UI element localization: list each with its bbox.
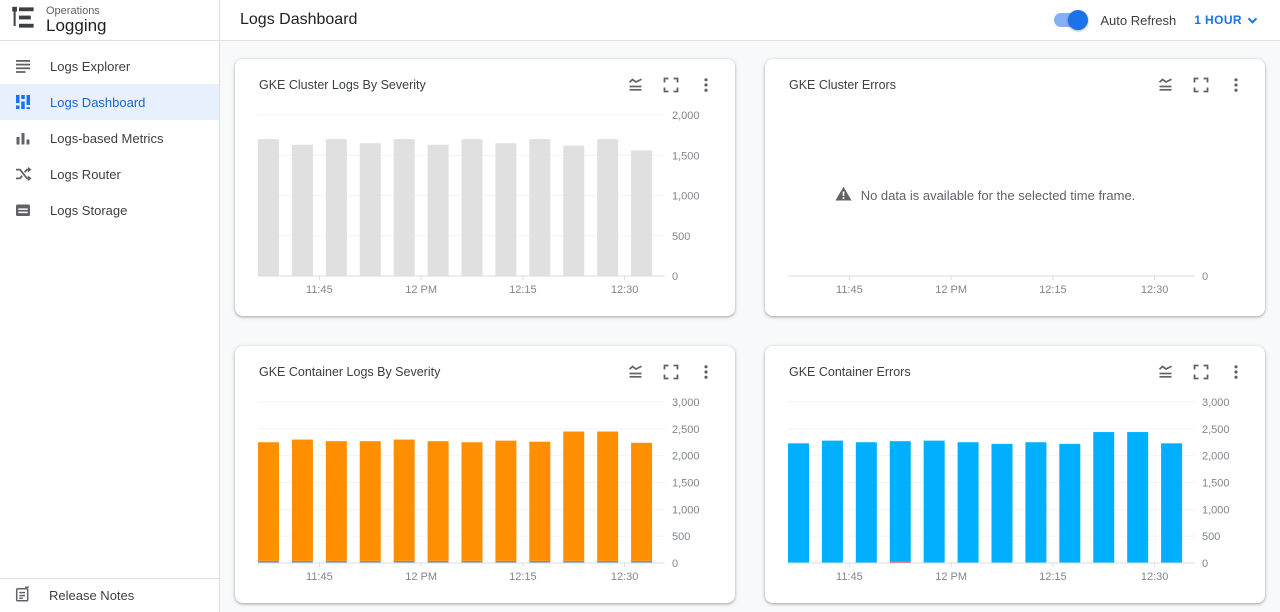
svg-text:1,500: 1,500 (1202, 478, 1230, 490)
svg-text:11:45: 11:45 (836, 571, 863, 583)
card-gke-container-errors: GKE Container Errors 0 500 1,000 1,500 2,000… (765, 346, 1265, 603)
chart-title: GKE Cluster Logs By Severity (259, 78, 426, 92)
more-vert-icon[interactable] (697, 76, 715, 94)
legend-toggle-icon[interactable] (1156, 76, 1175, 94)
main-area: Logs Dashboard Auto Refresh 1 HOUR (220, 0, 1280, 612)
product-name: Logging (46, 17, 107, 35)
svg-text:12:15: 12:15 (1039, 571, 1067, 583)
sidebar-item-label: Logs Router (50, 167, 121, 182)
legend-toggle-icon[interactable] (626, 76, 645, 94)
fullscreen-icon[interactable] (1192, 363, 1210, 381)
svg-text:12:15: 12:15 (1039, 284, 1067, 296)
svg-text:500: 500 (1202, 531, 1220, 543)
svg-text:0: 0 (672, 271, 678, 283)
svg-text:3,000: 3,000 (672, 397, 700, 409)
svg-text:12:15: 12:15 (509, 284, 537, 296)
svg-text:12:30: 12:30 (1141, 571, 1169, 583)
svg-text:3,000: 3,000 (1202, 397, 1230, 409)
svg-text:12 PM: 12 PM (405, 571, 437, 583)
logs-router-icon (14, 165, 32, 183)
no-data-message: No data is available for the selected ti… (765, 186, 1205, 204)
svg-text:2,500: 2,500 (1202, 424, 1230, 436)
sidebar: Operations Logging Logs Explorer (0, 0, 220, 612)
bar-chart-container-logs[interactable]: 0 500 1,000 1,500 2,000 2,500 3,000 11:45 12 PM 1… (235, 346, 735, 603)
bar-chart-container-errors[interactable]: 0 500 1,000 1,500 2,000 2,500 3,000 11:45 12 PM 1… (765, 346, 1265, 603)
auto-refresh-label: Auto Refresh (1100, 13, 1176, 28)
chart-title: GKE Container Errors (789, 365, 911, 379)
svg-text:12:30: 12:30 (611, 571, 639, 583)
card-gke-cluster-logs-by-severity: GKE Cluster Logs By Severity 0 500 1,000 1,… (235, 59, 735, 316)
svg-text:12:30: 12:30 (1141, 284, 1169, 296)
sidebar-item-label: Logs-based Metrics (50, 131, 163, 146)
svg-text:11:45: 11:45 (836, 284, 863, 296)
svg-text:500: 500 (672, 531, 690, 543)
svg-text:2,500: 2,500 (672, 424, 700, 436)
svg-text:2,000: 2,000 (1202, 451, 1230, 463)
more-vert-icon[interactable] (1227, 76, 1245, 94)
svg-text:1,000: 1,000 (672, 504, 700, 516)
logs-explorer-icon (14, 57, 32, 75)
fullscreen-icon[interactable] (1192, 76, 1210, 94)
sidebar-item-label: Logs Storage (50, 203, 127, 218)
release-notes-icon (14, 586, 31, 606)
svg-text:0: 0 (1202, 558, 1208, 570)
svg-text:1,000: 1,000 (672, 191, 700, 203)
sidebar-nav: Logs Explorer Logs Dashboard (0, 41, 219, 228)
dashboard-content: GKE Cluster Logs By Severity 0 500 1,000 1,… (220, 41, 1280, 612)
svg-text:11:45: 11:45 (306, 284, 333, 296)
svg-text:1,000: 1,000 (1202, 504, 1230, 516)
chart-title: GKE Container Logs By Severity (259, 365, 440, 379)
product-logo: Operations Logging (0, 0, 219, 41)
logging-logo-icon (10, 4, 37, 36)
svg-text:12:15: 12:15 (509, 571, 537, 583)
sidebar-item-logs-router[interactable]: Logs Router (0, 156, 219, 192)
svg-text:12:30: 12:30 (611, 284, 639, 296)
svg-text:12 PM: 12 PM (935, 571, 967, 583)
svg-text:2,000: 2,000 (672, 110, 700, 122)
logs-dashboard-icon (14, 93, 32, 111)
svg-text:2,000: 2,000 (672, 451, 700, 463)
svg-text:500: 500 (672, 231, 690, 243)
sidebar-item-logs-dashboard[interactable]: Logs Dashboard (0, 84, 219, 120)
sidebar-item-label: Logs Explorer (50, 59, 130, 74)
logs-based-metrics-icon (14, 129, 32, 147)
time-range-value: 1 HOUR (1194, 13, 1242, 27)
svg-text:12 PM: 12 PM (405, 284, 437, 296)
card-gke-cluster-errors: GKE Cluster Errors No data is available … (765, 59, 1265, 316)
svg-text:12 PM: 12 PM (935, 284, 967, 296)
svg-text:0: 0 (672, 558, 678, 570)
sidebar-item-logs-based-metrics[interactable]: Logs-based Metrics (0, 120, 219, 156)
warning-icon (835, 186, 852, 204)
chevron-down-icon (1247, 13, 1258, 27)
card-gke-container-logs-by-severity: GKE Container Logs By Severity 0 500 1,000… (235, 346, 735, 603)
fullscreen-icon[interactable] (662, 76, 680, 94)
sidebar-item-logs-storage[interactable]: Logs Storage (0, 192, 219, 228)
svg-text:11:45: 11:45 (306, 571, 333, 583)
app-root: Operations Logging Logs Explorer (0, 0, 1280, 612)
more-vert-icon[interactable] (697, 363, 715, 381)
release-notes-link[interactable]: Release Notes (0, 578, 219, 612)
bar-chart-cluster-logs[interactable]: 0 500 1,000 1,500 2,000 11:45 12 PM 12:15 12:30 (235, 59, 735, 316)
logs-storage-icon (14, 201, 32, 219)
fullscreen-icon[interactable] (662, 363, 680, 381)
sidebar-item-label: Logs Dashboard (50, 95, 145, 110)
svg-text:1,500: 1,500 (672, 150, 700, 162)
sidebar-item-logs-explorer[interactable]: Logs Explorer (0, 48, 219, 84)
topbar: Logs Dashboard Auto Refresh 1 HOUR (220, 0, 1280, 41)
svg-text:1,500: 1,500 (672, 478, 700, 490)
legend-toggle-icon[interactable] (1156, 363, 1175, 381)
legend-toggle-icon[interactable] (626, 363, 645, 381)
time-range-dropdown[interactable]: 1 HOUR (1194, 13, 1258, 27)
more-vert-icon[interactable] (1227, 363, 1245, 381)
auto-refresh-toggle[interactable] (1053, 10, 1088, 30)
release-notes-label: Release Notes (49, 588, 134, 603)
svg-text:0: 0 (1202, 271, 1208, 283)
page-title: Logs Dashboard (240, 11, 357, 29)
chart-title: GKE Cluster Errors (789, 78, 896, 92)
